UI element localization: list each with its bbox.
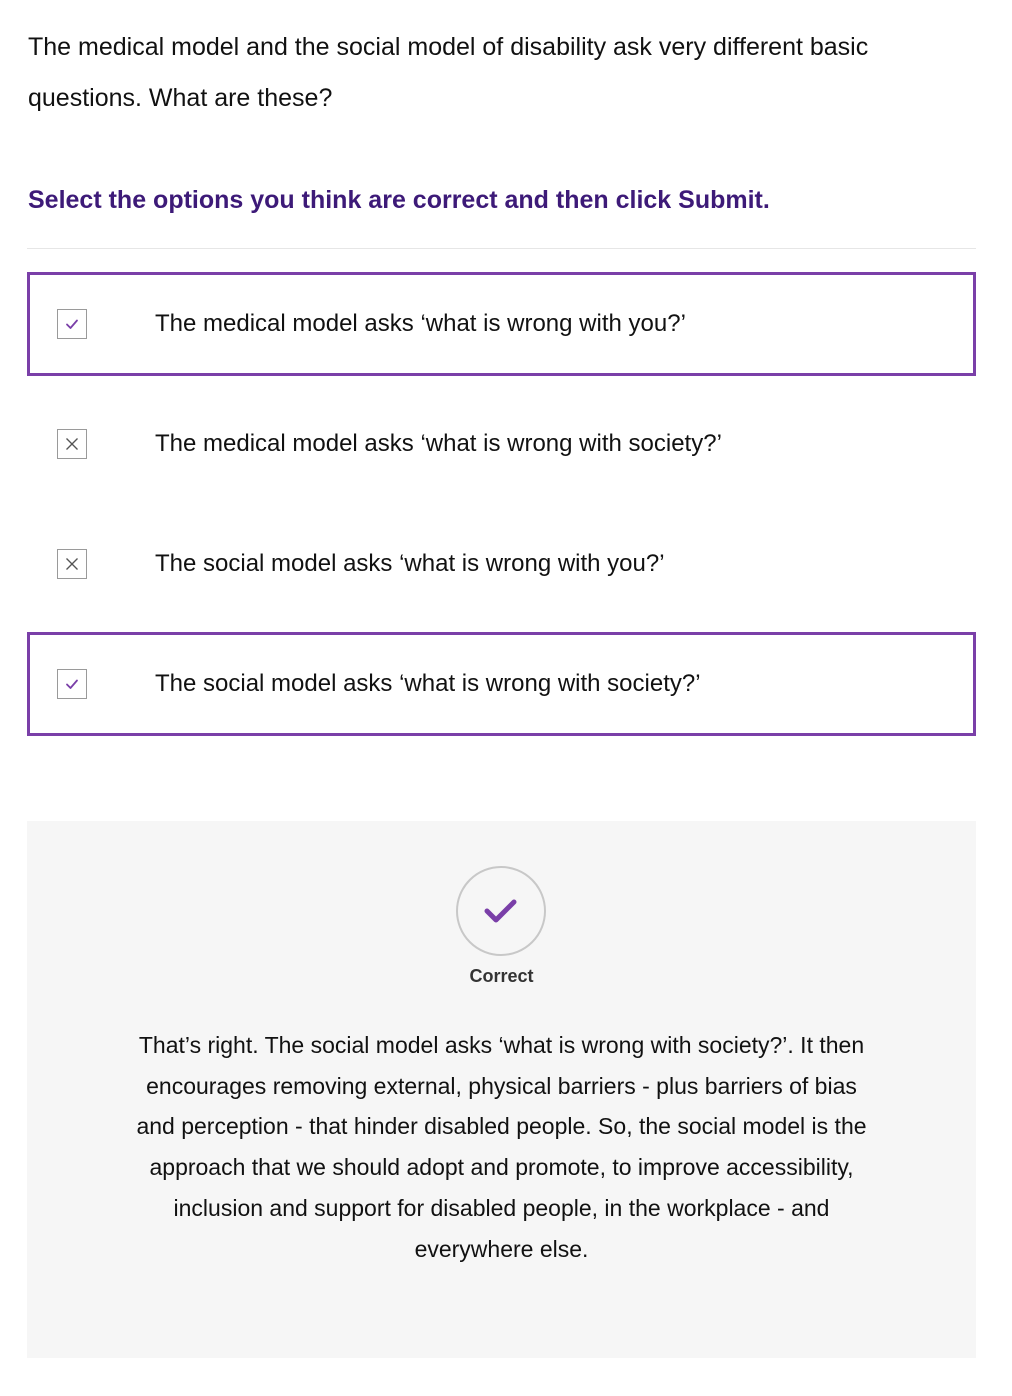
result-badge: [456, 866, 546, 956]
check-icon: [66, 319, 78, 329]
instruction-text: Select the options you think are correct…: [28, 186, 770, 214]
option-checkbox[interactable]: [57, 549, 87, 579]
divider: [27, 248, 976, 249]
option-label: The medical model asks ‘what is wrong wi…: [155, 430, 722, 457]
option-2[interactable]: The medical model asks ‘what is wrong wi…: [27, 392, 976, 496]
option-checkbox[interactable]: [57, 309, 87, 339]
cross-icon: [66, 438, 78, 450]
option-checkbox[interactable]: [57, 429, 87, 459]
check-icon: [484, 899, 517, 923]
question-text: The medical model and the social model o…: [28, 33, 869, 112]
cross-icon: [66, 558, 78, 570]
option-label: The medical model asks ‘what is wrong wi…: [155, 310, 686, 337]
option-3[interactable]: The social model asks ‘what is wrong wit…: [27, 512, 976, 616]
result-label: Correct: [469, 966, 534, 986]
feedback-panel: Correct That’s right. The social model a…: [27, 821, 976, 1358]
option-checkbox[interactable]: [57, 669, 87, 699]
feedback-text: That’s right. The social model asks ‘wha…: [136, 1032, 867, 1262]
option-label: The social model asks ‘what is wrong wit…: [155, 550, 665, 577]
option-1[interactable]: The medical model asks ‘what is wrong wi…: [27, 272, 976, 376]
check-icon: [66, 679, 78, 689]
option-4[interactable]: The social model asks ‘what is wrong wit…: [27, 632, 976, 736]
option-label: The social model asks ‘what is wrong wit…: [155, 670, 701, 697]
